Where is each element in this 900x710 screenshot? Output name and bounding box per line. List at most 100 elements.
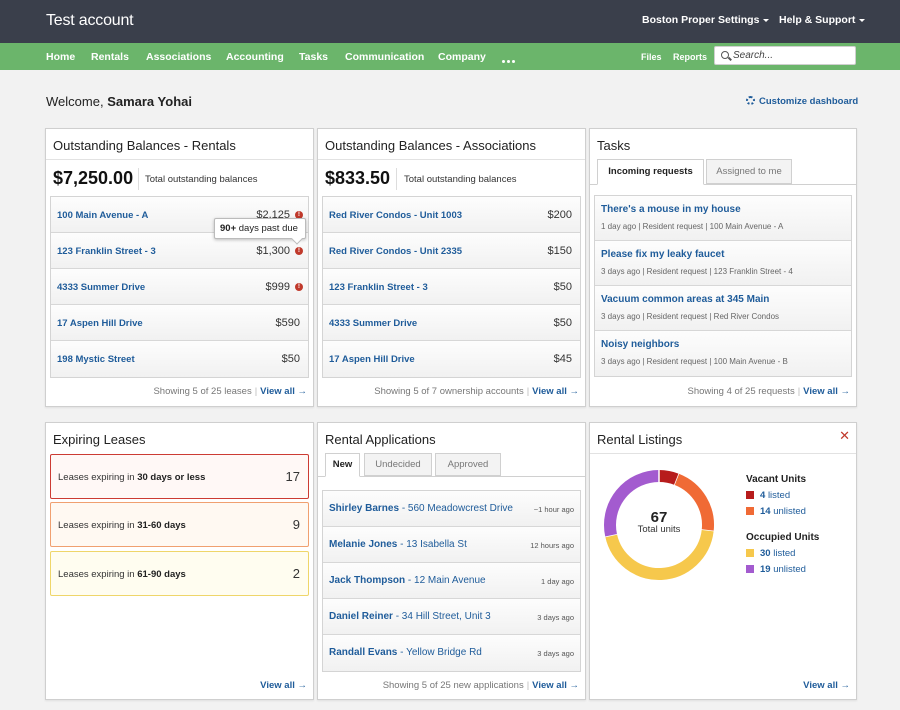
vacant-units-heading: Vacant Units <box>746 474 807 485</box>
task-title[interactable]: Please fix my leaky faucet <box>601 249 724 260</box>
panel-footer: View all → <box>260 680 307 691</box>
view-all-link[interactable]: View all → <box>803 386 850 397</box>
customize-label: Customize dashboard <box>759 96 859 107</box>
tab-incoming-requests[interactable]: Incoming requests <box>597 159 704 185</box>
legend-vacant-unlisted[interactable]: 14 unlisted <box>746 506 806 517</box>
user-name: Samara Yohai <box>107 94 192 109</box>
list-item[interactable]: Randall Evans - Yellow Bridge Rd 3 days a… <box>323 635 580 671</box>
property-link[interactable]: 123 Franklin Street - 3 <box>57 246 156 257</box>
panel-footer: Showing 5 of 25 leases | View all → <box>153 386 307 397</box>
property-link[interactable]: 17 Aspen Hill Drive <box>57 318 143 329</box>
task-meta: 3 days ago | Resident request | Red Rive… <box>601 312 780 321</box>
applicant-link[interactable]: Shirley Barnes - 560 Meadowcrest Drive <box>329 503 513 514</box>
expiring-30-days[interactable]: Leases expiring in 30 days or less 17 <box>50 454 309 499</box>
applicant-link[interactable]: Melanie Jones - 13 Isabella St <box>329 539 467 550</box>
application-time: 3 days ago <box>537 649 574 658</box>
property-link[interactable]: 123 Franklin Street - 3 <box>329 282 428 293</box>
top-nav-help[interactable]: Help & Support <box>779 14 866 26</box>
close-icon[interactable]: ✕ <box>839 428 850 444</box>
list-item[interactable]: 4333 Summer Drive $999! <box>51 269 308 305</box>
top-nav-boston-proper[interactable]: Boston Proper <box>642 14 715 26</box>
nav-company[interactable]: Company <box>438 51 486 63</box>
nav-files[interactable]: Files <box>641 52 662 62</box>
applicant-link[interactable]: Randall Evans - Yellow Bridge Rd <box>329 647 482 658</box>
top-nav-settings[interactable]: Settings <box>718 14 770 26</box>
property-link[interactable]: 100 Main Avenue - A <box>57 210 148 221</box>
legend-occupied-listed[interactable]: 30 listed <box>746 548 795 559</box>
view-all-link[interactable]: View all → <box>260 680 307 691</box>
nav-communication[interactable]: Communication <box>345 51 424 63</box>
tab-undecided[interactable]: Undecided <box>364 453 432 476</box>
view-all-link[interactable]: View all → <box>532 680 579 691</box>
occupied-units-heading: Occupied Units <box>746 532 820 543</box>
list-item[interactable]: Melanie Jones - 13 Isabella St 12 hours a… <box>323 527 580 563</box>
list-item[interactable]: 17 Aspen Hill Drive $45 <box>323 341 580 377</box>
list-item[interactable]: Daniel Reiner - 34 Hill Street, Unit 3 3 … <box>323 599 580 635</box>
applicant-link[interactable]: Jack Thompson - 12 Main Avenue <box>329 575 486 586</box>
panel-footer: Showing 4 of 25 requests | View all → <box>687 386 850 397</box>
past-due-tooltip: 90+ days past due <box>214 218 306 239</box>
total-units-label: Total units <box>637 524 681 535</box>
list-item[interactable]: Jack Thompson - 12 Main Avenue 1 day ago <box>323 563 580 599</box>
tab-new[interactable]: New <box>325 453 360 477</box>
tasks-panel: Tasks Incoming requests Assigned to me T… <box>589 128 857 407</box>
alert-icon[interactable]: ! <box>295 247 303 255</box>
list-item[interactable]: 198 Mystic Street $50 <box>51 341 308 377</box>
tasks-list: There's a mouse in my house 1 day ago | R… <box>594 195 852 377</box>
task-meta: 3 days ago | Resident request | 100 Main… <box>601 357 788 366</box>
list-item[interactable]: 4333 Summer Drive $50 <box>323 305 580 341</box>
view-all-link[interactable]: View all → <box>532 386 579 397</box>
balance: $50 <box>553 281 572 293</box>
expiring-61-90-days[interactable]: Leases expiring in 61-90 days 2 <box>50 551 309 596</box>
list-item[interactable]: 17 Aspen Hill Drive $590 <box>51 305 308 341</box>
more-icon[interactable] <box>502 54 517 66</box>
property-link[interactable]: 4333 Summer Drive <box>57 282 145 293</box>
nav-associations[interactable]: Associations <box>146 51 211 63</box>
list-item[interactable]: Please fix my leaky faucet 3 days ago | R… <box>595 241 851 286</box>
tab-approved[interactable]: Approved <box>435 453 501 476</box>
balance: $1,300 <box>256 245 290 257</box>
account-name[interactable]: Test account <box>46 12 134 30</box>
list-item[interactable]: 123 Franklin Street - 3 $50 <box>323 269 580 305</box>
view-all-link[interactable]: View all → <box>260 386 307 397</box>
customize-dashboard-link[interactable]: Customize dashboard <box>746 96 858 107</box>
legend-swatch <box>746 565 754 573</box>
tab-assigned-to-me[interactable]: Assigned to me <box>706 159 792 184</box>
list-item[interactable]: There's a mouse in my house 1 day ago | R… <box>595 196 851 241</box>
list-item[interactable]: Noisy neighbors 3 days ago | Resident req… <box>595 331 851 376</box>
legend-occupied-unlisted[interactable]: 19 unlisted <box>746 564 806 575</box>
property-link[interactable]: Red River Condos - Unit 2335 <box>329 246 462 257</box>
list-item[interactable]: Vacuum common areas at 345 Main 3 days ag… <box>595 286 851 331</box>
property-link[interactable]: 198 Mystic Street <box>57 354 135 365</box>
panel-footer: Showing 5 of 7 ownership accounts | View a… <box>374 386 579 397</box>
legend-vacant-listed[interactable]: 4 listed <box>746 490 790 501</box>
search-input[interactable] <box>733 49 851 62</box>
applicant-link[interactable]: Daniel Reiner - 34 Hill Street, Unit 3 <box>329 611 491 622</box>
showing-count: Showing 5 of 25 leases <box>153 386 252 397</box>
nav-rentals[interactable]: Rentals <box>91 51 129 63</box>
property-link[interactable]: Red River Condos - Unit 1003 <box>329 210 462 221</box>
task-title[interactable]: There's a mouse in my house <box>601 204 741 215</box>
list-item[interactable]: Shirley Barnes - 560 Meadowcrest Drive ~1… <box>323 491 580 527</box>
settings-label: Settings <box>718 14 760 26</box>
application-time: 3 days ago <box>537 613 574 622</box>
expiring-label: Leases expiring in 61-90 days <box>58 569 186 580</box>
expiring-count: 17 <box>285 469 300 484</box>
nav-reports[interactable]: Reports <box>673 52 707 62</box>
property-link[interactable]: 4333 Summer Drive <box>329 318 417 329</box>
nav-home[interactable]: Home <box>46 51 75 63</box>
expiring-31-60-days[interactable]: Leases expiring in 31-60 days 9 <box>50 502 309 547</box>
expiring-leases-panel: Expiring Leases Leases expiring in 30 da… <box>45 422 314 700</box>
list-item[interactable]: Red River Condos - Unit 1003 $200 <box>323 197 580 233</box>
task-title[interactable]: Vacuum common areas at 345 Main <box>601 294 769 305</box>
task-title[interactable]: Noisy neighbors <box>601 339 679 350</box>
view-all-link[interactable]: View all → <box>803 680 850 691</box>
property-link[interactable]: 17 Aspen Hill Drive <box>329 354 415 365</box>
total-label: Total outstanding balances <box>145 174 258 185</box>
nav-accounting[interactable]: Accounting <box>226 51 284 63</box>
rentals-balances-panel: Outstanding Balances - Rentals $7,250.00… <box>45 128 314 407</box>
balance: $590 <box>275 317 300 329</box>
tooltip-text: days past due <box>236 223 298 234</box>
list-item[interactable]: Red River Condos - Unit 2335 $150 <box>323 233 580 269</box>
nav-tasks[interactable]: Tasks <box>299 51 328 63</box>
